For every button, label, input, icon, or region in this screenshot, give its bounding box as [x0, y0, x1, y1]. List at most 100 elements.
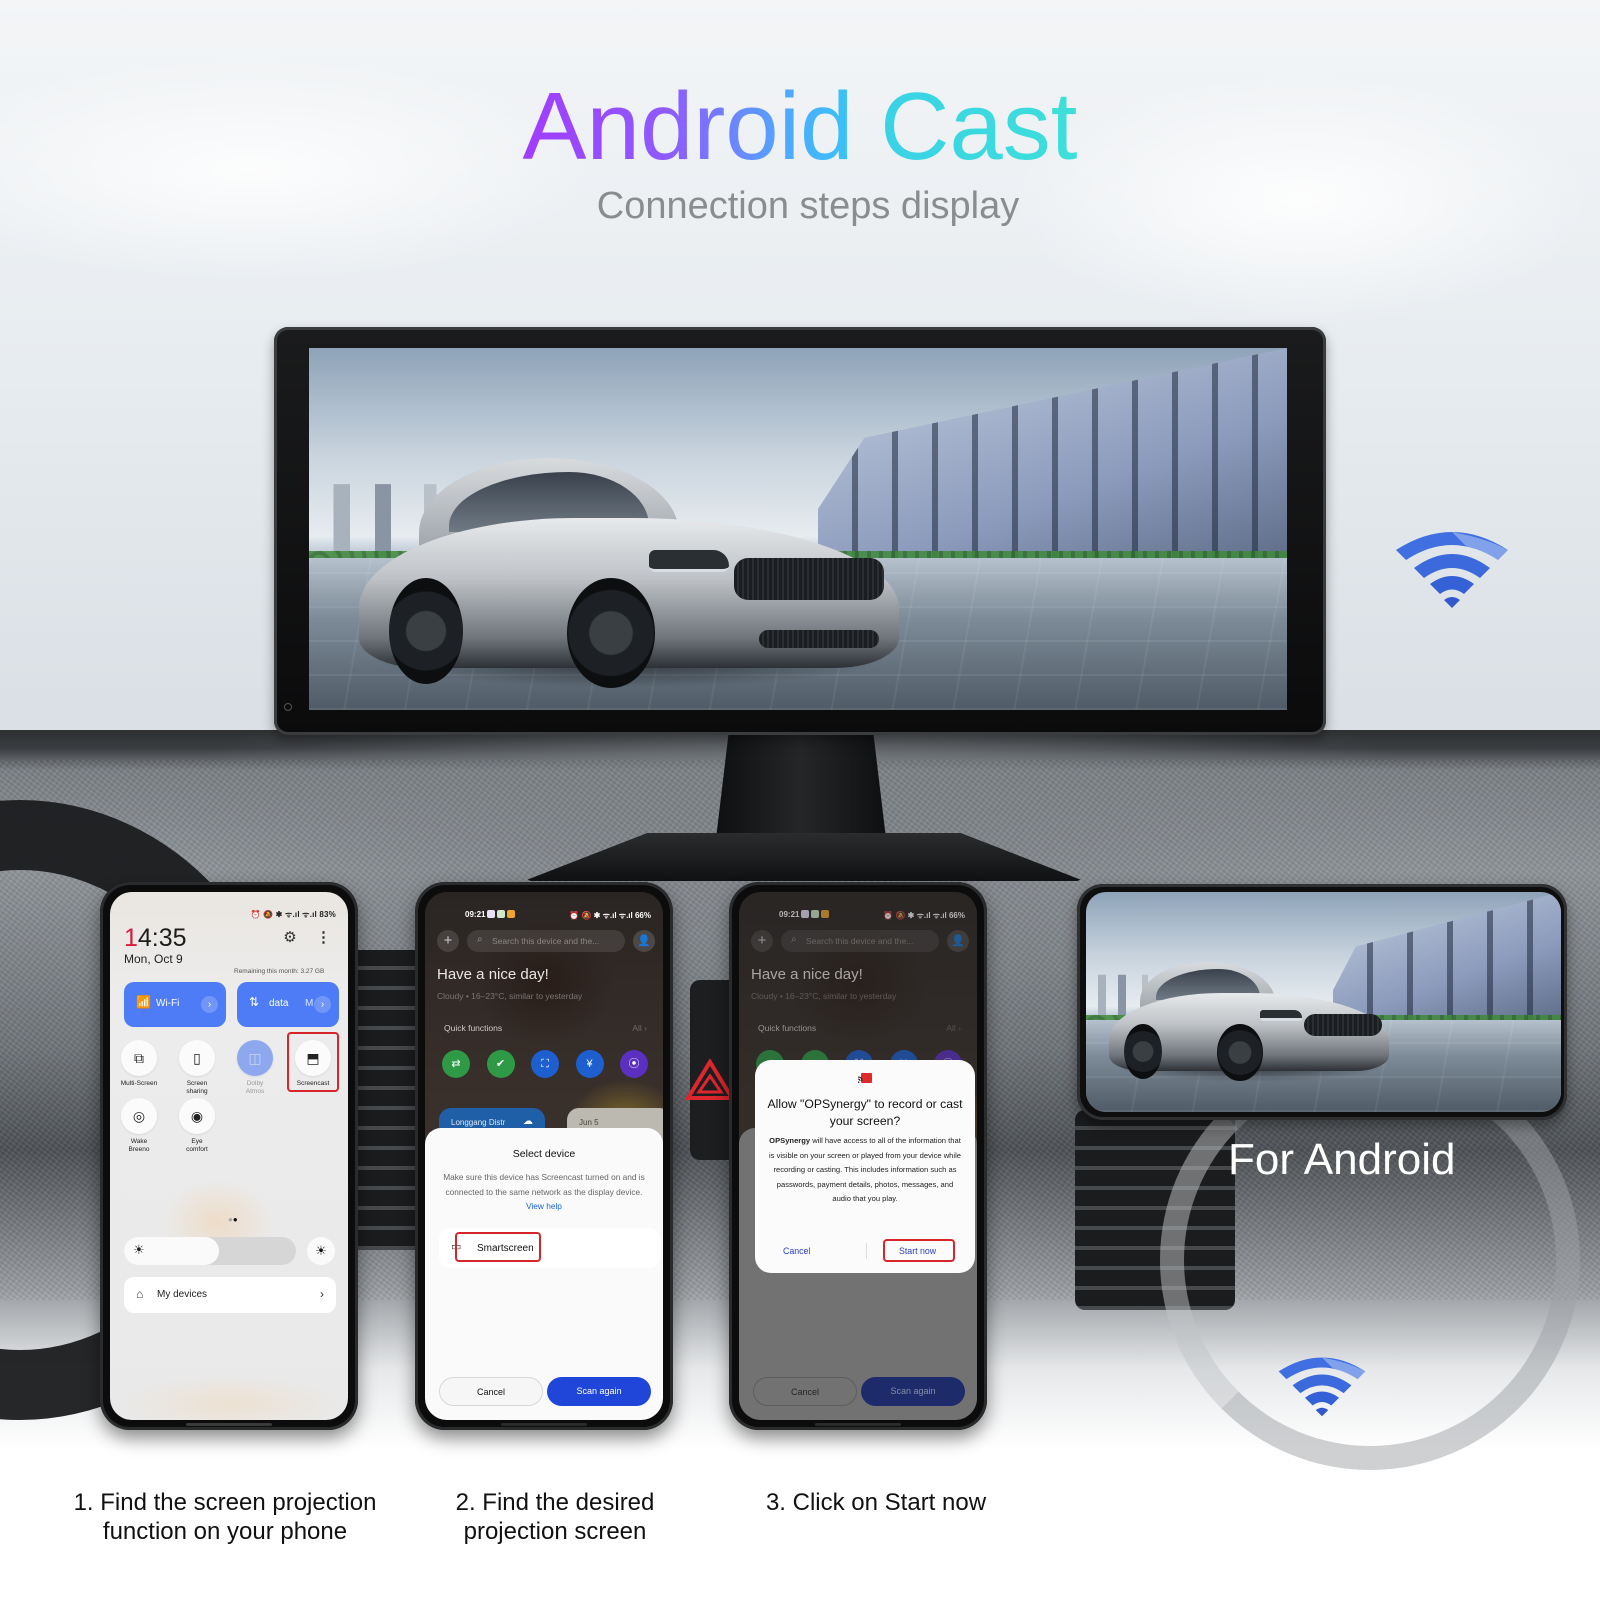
sheet-title: Select device — [512, 1148, 576, 1160]
breeno-icon: ◎ — [121, 1098, 157, 1134]
car-image — [349, 458, 909, 688]
qs-eye-comfort[interactable]: ◉ Eye comfort — [168, 1098, 226, 1154]
for-android-label: For Android — [1228, 1135, 1456, 1184]
app-wallet-icon[interactable]: ¥ — [575, 1050, 604, 1078]
quick-functions-label: Quick functions — [444, 1023, 503, 1033]
launcher-screen: 09:21 ⏰ 🔕 ✱ ᯤ.ıl ᯤ.ıl 66% + ⌕ Search thi… — [425, 892, 663, 1420]
clock-first-digit: 1 — [124, 924, 138, 952]
qs-multi-screen[interactable]: ⧉ Multi-Screen — [110, 1040, 168, 1088]
car-headlight — [1260, 1010, 1302, 1021]
wifi-icon-small — [1278, 1357, 1366, 1417]
android-phone-screen — [1086, 892, 1561, 1112]
car-grille — [734, 558, 884, 600]
app-transfer-icon[interactable]: ⇄ — [442, 1050, 470, 1078]
select-device-sheet: Select device Make sure this device has … — [425, 1128, 663, 1420]
caption-line: function on your phone — [102, 1518, 348, 1545]
data-remaining: Remaining this month: 3.27 GB — [234, 968, 325, 975]
add-icon[interactable]: + — [437, 930, 459, 952]
dialog-title: Allow "OPSynergy" to record or cast your… — [767, 1097, 963, 1128]
auto-brightness-icon[interactable]: ☀ — [307, 1237, 335, 1265]
greeting: Have a nice day! — [437, 966, 549, 983]
view-help-link[interactable]: View help — [526, 1201, 562, 1211]
android-phone-landscape — [1077, 884, 1567, 1120]
qs-label: Screen sharing — [186, 1080, 208, 1095]
car-lower-grille — [759, 630, 879, 648]
search-icon: ⌕ — [477, 934, 483, 945]
wifi-tile-label: Wi-Fi — [156, 998, 180, 1009]
home-indicator — [186, 1423, 272, 1426]
scan-again-button[interactable]: Scan again — [547, 1377, 651, 1406]
widget-location: Longgang Distr — [451, 1118, 506, 1127]
page-subtitle: Connection steps display — [596, 185, 1020, 227]
qs-label: Wake Breeno — [128, 1138, 150, 1153]
start-now-highlight — [883, 1239, 955, 1262]
car-display-monitor — [274, 327, 1326, 735]
car-grille — [1304, 1014, 1382, 1036]
wifi-icon — [1396, 532, 1508, 608]
app-camera-scan-icon[interactable]: ⦿ — [620, 1050, 648, 1078]
dialog-divider — [866, 1243, 867, 1259]
brightness-icon: ☀ — [133, 1242, 145, 1257]
qs-label: Eye comfort — [186, 1138, 208, 1153]
status-icons: ⏰ 🔕 ✱ ᯤ.ıl ᯤ.ıl 66% — [569, 911, 651, 920]
car-wheel-front — [1217, 1024, 1263, 1081]
eye-icon: ◉ — [179, 1098, 215, 1134]
date: Mon, Oct 9 — [124, 952, 183, 966]
settings-gear-icon[interactable]: ⚙ — [282, 930, 298, 946]
qs-screen-sharing[interactable]: ▯ Screen sharing — [168, 1040, 226, 1096]
camera-icon — [284, 703, 292, 711]
app-check-icon[interactable]: ✔ — [486, 1050, 515, 1078]
cancel-button[interactable]: Cancel — [439, 1377, 543, 1406]
home-indicator — [501, 1423, 587, 1426]
qs-label: Multi-Screen — [120, 1080, 158, 1087]
qs-dolby-atmos[interactable]: ◫ Dolby Atmos — [226, 1040, 284, 1096]
caption-line: projection screen — [463, 1518, 647, 1545]
caption-line: 2. Find the desired — [455, 1489, 655, 1516]
step2-phone: 09:21 ⏰ 🔕 ✱ ᯤ.ıl ᯤ.ıl 66% + ⌕ Search thi… — [415, 882, 673, 1430]
cloud-icon: ☁ — [523, 1116, 533, 1127]
step1-phone: ⏰ 🔕 ✱ ᯤ.ıl ᯤ.ıl 83% 14:35 Mon, Oct 9 ⚙ ⋮… — [100, 882, 358, 1430]
title-cast: Cast — [880, 73, 1078, 180]
car-wheel-rear — [1124, 1024, 1162, 1079]
brightness-slider[interactable]: ☀ — [124, 1237, 296, 1265]
car-wheel-front — [567, 578, 655, 688]
clock-rest: 4:35 — [137, 924, 187, 952]
chevron-right-icon[interactable]: › — [201, 996, 218, 1013]
car-image — [1104, 962, 1394, 1082]
monitor-stand-neck — [715, 732, 887, 847]
more-menu-icon[interactable]: ⋮ — [316, 928, 331, 946]
multi-screen-icon: ⧉ — [121, 1040, 157, 1076]
data-tile-label: data — [269, 998, 289, 1009]
screencast-highlight — [287, 1032, 339, 1092]
cast-permission-dialog: Allow "OPSynergy" to record or cast your… — [755, 1060, 975, 1273]
qs-wake-breeno[interactable]: ◎ Wake Breeno — [110, 1098, 168, 1154]
my-devices-row[interactable]: ⌂ My devices › — [124, 1277, 336, 1313]
weather-summary: Cloudy • 16–23°C, similar to yesterday — [437, 991, 583, 1001]
cast-icon — [858, 1073, 872, 1083]
quick-settings-screen: ⏰ 🔕 ✱ ᯤ.ıl ᯤ.ıl 83% 14:35 Mon, Oct 9 ⚙ ⋮… — [110, 892, 348, 1420]
search-placeholder: Search this device and the... — [492, 936, 600, 946]
widget-date: Jun 5 — [579, 1118, 599, 1127]
step3-phone: 09:21 ⏰ 🔕 ✱ ᯤ.ıl ᯤ.ıl 66% + ⌕ Search thi… — [729, 882, 987, 1430]
home-indicator — [815, 1423, 901, 1426]
app-scan-icon[interactable]: ⛶ — [531, 1050, 559, 1078]
dolby-icon: ◫ — [237, 1040, 273, 1076]
car-wheel-rear — [389, 578, 463, 684]
dialog-body: OPSynergy will have access to all of the… — [768, 1136, 962, 1204]
mobile-data-tile[interactable]: ⇅ data M › — [237, 982, 339, 1027]
quick-function-apps: ⇄ ✔ ⛶ ¥ ⦿ — [442, 1050, 652, 1080]
all-link[interactable]: All › — [632, 1023, 647, 1033]
step3-caption: 3. Click on Start now — [726, 1488, 1026, 1517]
status-bar: ⏰ 🔕 ✱ ᯤ.ıl ᯤ.ıl 83% — [250, 910, 336, 919]
chevron-right-icon[interactable]: › — [314, 996, 331, 1013]
my-devices-label: My devices — [157, 1289, 208, 1300]
screen-sharing-icon: ▯ — [179, 1040, 215, 1076]
home-icon: ⌂ — [136, 1287, 144, 1301]
avatar-icon[interactable]: 👤 — [633, 930, 655, 952]
step2-caption: 2. Find the desired projection screen — [405, 1488, 705, 1546]
search-input[interactable]: ⌕ Search this device and the... — [467, 930, 625, 952]
wifi-tile[interactable]: 📶 Wi-Fi › — [124, 982, 226, 1027]
caption-line: 1. Find the screen projection — [73, 1489, 377, 1516]
dialog-cancel-button[interactable]: Cancel — [783, 1246, 810, 1256]
caption-line: 3. Click on Start now — [765, 1489, 987, 1516]
